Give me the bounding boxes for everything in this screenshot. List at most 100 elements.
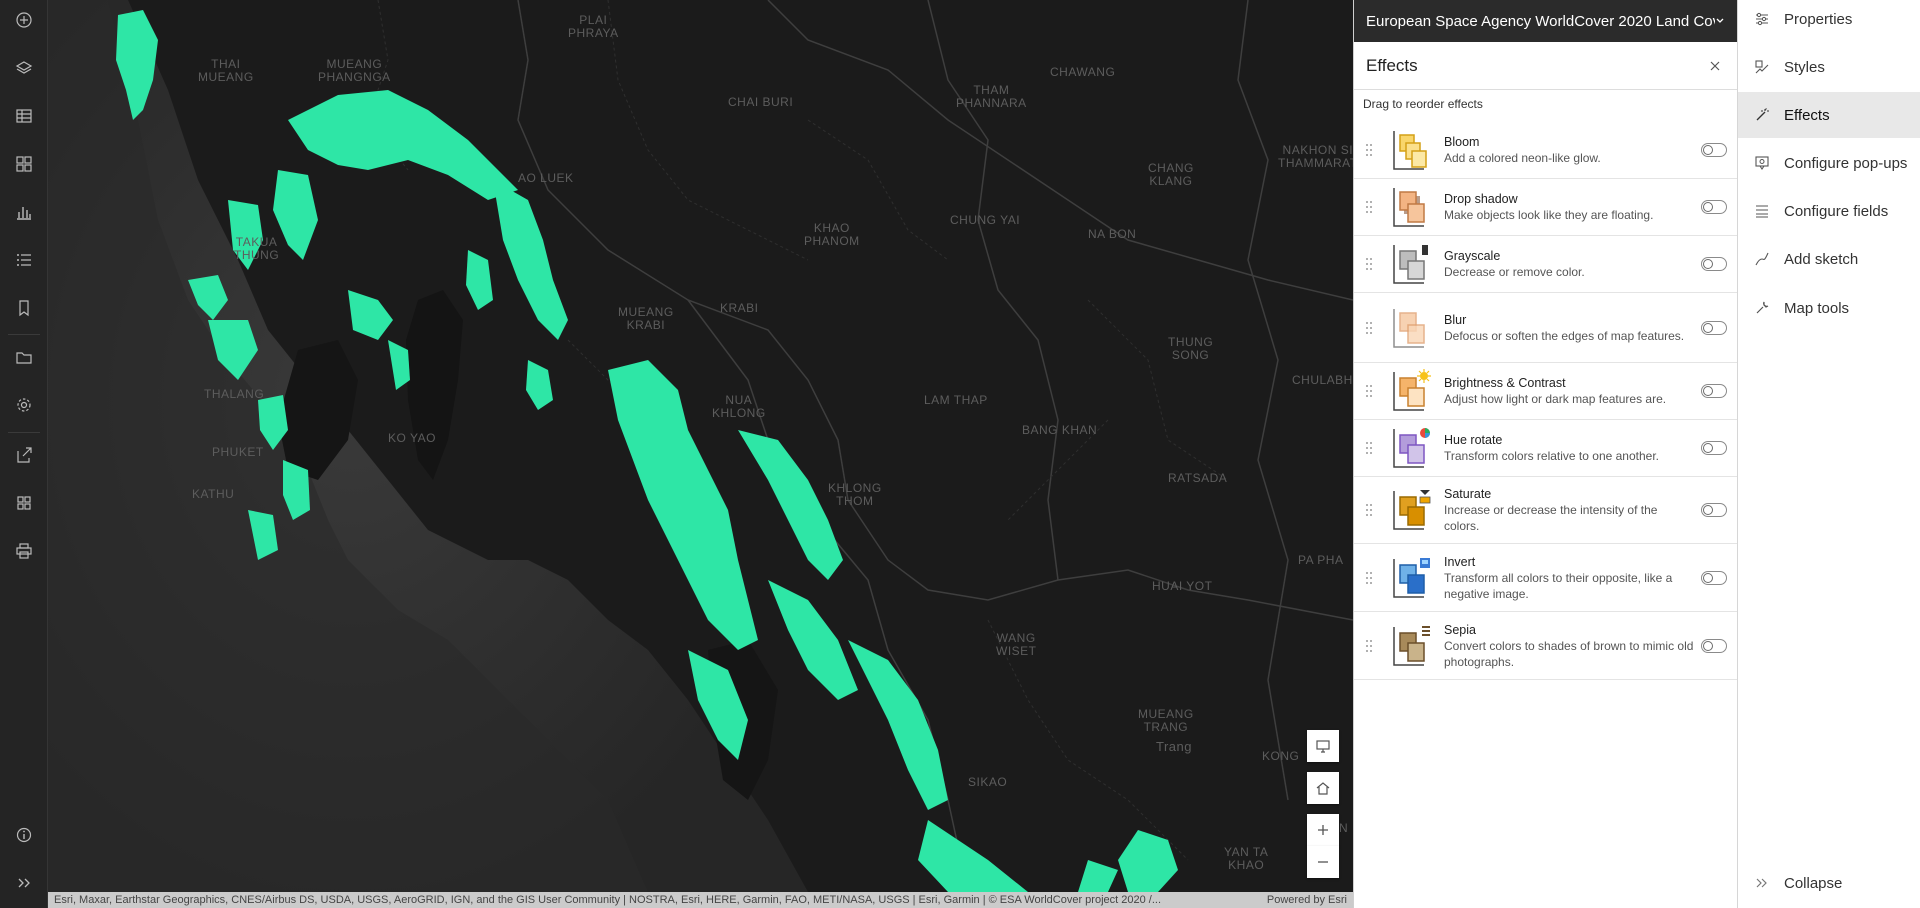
effect-row-blur[interactable]: Blur Defocus or soften the edges of map … <box>1354 293 1737 363</box>
sidebar-item-properties[interactable]: Properties <box>1738 0 1920 42</box>
table-button[interactable] <box>0 98 48 134</box>
bookmarks-button[interactable] <box>0 290 48 326</box>
grid-widgets-icon <box>16 156 32 172</box>
apps-icon <box>17 496 31 510</box>
drag-handle-icon[interactable] <box>1362 140 1376 160</box>
map-label: KONG <box>1262 749 1300 763</box>
effects-list: Bloom Add a colored neon-like glow. Drop… <box>1354 122 1737 680</box>
share-icon <box>17 447 32 463</box>
effect-toggle[interactable] <box>1701 257 1727 271</box>
sidebar-item-label: Configure fields <box>1784 202 1889 220</box>
map-label: THUNG SONG <box>1168 335 1214 362</box>
info-button[interactable] <box>0 817 48 853</box>
sidebar-item-effects[interactable]: Effects <box>1738 92 1920 138</box>
right-sidebar: Properties Styles Effects Configure pop-… <box>1737 0 1920 908</box>
effect-name: Invert <box>1444 554 1476 569</box>
effect-row-grayscale[interactable]: Grayscale Decrease or remove color. <box>1354 236 1737 293</box>
effect-name: Grayscale <box>1444 249 1501 263</box>
effect-row-drop-shadow[interactable]: Drop shadow Make objects look like they … <box>1354 179 1737 236</box>
drag-handle-icon[interactable] <box>1362 568 1376 588</box>
content-button[interactable] <box>0 339 48 375</box>
effect-description: Decrease or remove color. <box>1444 265 1585 279</box>
layers-button[interactable] <box>0 50 48 86</box>
panel-title: Effects <box>1366 55 1418 75</box>
map-label: TAKUA THUNG <box>234 235 280 262</box>
styles-icon <box>1755 60 1769 74</box>
zoom-out-button[interactable] <box>1307 846 1339 878</box>
map-label: CHANG KLANG <box>1148 161 1194 188</box>
powered-by-link[interactable]: Powered by Esri <box>1267 894 1347 906</box>
effect-toggle[interactable] <box>1701 441 1727 455</box>
effect-name: Hue rotate <box>1444 433 1503 447</box>
layers-icon <box>15 61 33 74</box>
sidebar-item-styles[interactable]: Styles <box>1738 44 1920 90</box>
close-button[interactable] <box>1705 56 1725 76</box>
share-button[interactable] <box>0 437 48 473</box>
drop-shadow-thumbnail-icon <box>1393 188 1425 227</box>
grayscale-thumbnail-icon <box>1393 245 1428 284</box>
sidebar-item-add-sketch[interactable]: Add sketch <box>1738 236 1920 282</box>
effect-row-saturate[interactable]: Saturate Increase or decrease the intens… <box>1354 477 1737 544</box>
presentation-button[interactable] <box>1307 730 1339 762</box>
layer-title: European Space Agency WorldCover 2020 La… <box>1366 12 1715 30</box>
layer-selector[interactable]: European Space Agency WorldCover 2020 La… <box>1354 0 1737 42</box>
apps-button[interactable] <box>0 485 48 521</box>
add-circle-icon <box>16 12 32 28</box>
collapse-button[interactable]: Collapse <box>1738 860 1920 906</box>
drag-handle-icon[interactable] <box>1362 318 1376 338</box>
collapse-label: Collapse <box>1784 874 1843 892</box>
effect-name: Bloom <box>1444 135 1480 149</box>
effect-row-brightness-contrast[interactable]: Brightness & Contrast Adjust how light o… <box>1354 363 1737 420</box>
effect-row-bloom[interactable]: Bloom Add a colored neon-like glow. <box>1354 122 1737 179</box>
map-label: NAKHON SI THAMMARAT <box>1278 143 1353 170</box>
sidebar-item-map-tools[interactable]: Map tools <box>1738 285 1920 331</box>
add-button[interactable] <box>0 2 48 38</box>
effect-toggle[interactable] <box>1701 384 1727 398</box>
legend-button[interactable] <box>0 242 48 278</box>
double-chevron-right-icon <box>1756 878 1767 888</box>
map-label: PHUKET <box>212 445 264 459</box>
drag-handle-icon[interactable] <box>1362 636 1376 656</box>
print-button[interactable] <box>0 533 48 569</box>
drag-handle-icon[interactable] <box>1362 381 1376 401</box>
drag-handle-icon[interactable] <box>1362 197 1376 217</box>
wrench-icon <box>1756 301 1769 314</box>
settings-button[interactable] <box>0 387 48 423</box>
drag-handle-icon[interactable] <box>1362 438 1376 458</box>
map-label: CHAI BURI <box>728 95 794 109</box>
folder-icon <box>16 352 32 364</box>
expand-toolbar-button[interactable] <box>0 865 48 901</box>
home-button[interactable] <box>1307 772 1339 804</box>
drag-handle-icon[interactable] <box>1362 500 1376 520</box>
effect-toggle[interactable] <box>1701 570 1727 585</box>
effect-toggle[interactable] <box>1701 638 1727 653</box>
map-label: NUA KHLONG <box>712 393 766 420</box>
effect-row-hue-rotate[interactable]: Hue rotate Transform colors relative to … <box>1354 420 1737 477</box>
effect-toggle[interactable] <box>1701 143 1727 157</box>
map-view[interactable]: THAI MUEANG MUEANG PHANGNGA PLAI PHRAYA … <box>48 0 1353 892</box>
effect-toggle[interactable] <box>1701 503 1727 517</box>
widgets-button[interactable] <box>0 146 48 182</box>
effect-toggle[interactable] <box>1701 200 1727 214</box>
map-label: LAM THAP <box>924 393 988 407</box>
sidebar-item-configure-popups[interactable]: Configure pop-ups <box>1738 140 1920 186</box>
map-label: KHAO PHANOM <box>804 221 860 248</box>
effect-description: Transform colors relative to one another… <box>1444 449 1659 463</box>
map-label: PA PHA <box>1298 553 1344 567</box>
print-icon <box>16 543 32 559</box>
charts-button[interactable] <box>0 194 48 230</box>
map-label: PLAI PHRAYA <box>568 13 619 40</box>
effect-row-invert[interactable]: Invert Transform all colors to their opp… <box>1354 544 1737 612</box>
map-label: YAN TA KHAO <box>1224 845 1269 872</box>
map-label: HUAI YOT <box>1152 579 1213 593</box>
map-label: KHLONG THOM <box>828 481 882 508</box>
drag-handle-icon[interactable] <box>1362 254 1376 274</box>
effect-row-sepia[interactable]: Sepia Convert colors to shades of brown … <box>1354 612 1737 680</box>
sidebar-item-configure-fields[interactable]: Configure fields <box>1738 188 1920 234</box>
zoom-in-button[interactable] <box>1307 814 1339 846</box>
home-icon <box>1316 782 1330 795</box>
effect-toggle[interactable] <box>1701 320 1727 335</box>
effects-header: Effects <box>1354 42 1737 90</box>
map-attribution[interactable]: Esri, Maxar, Earthstar Geographics, CNES… <box>48 892 1353 908</box>
info-icon <box>16 827 32 843</box>
